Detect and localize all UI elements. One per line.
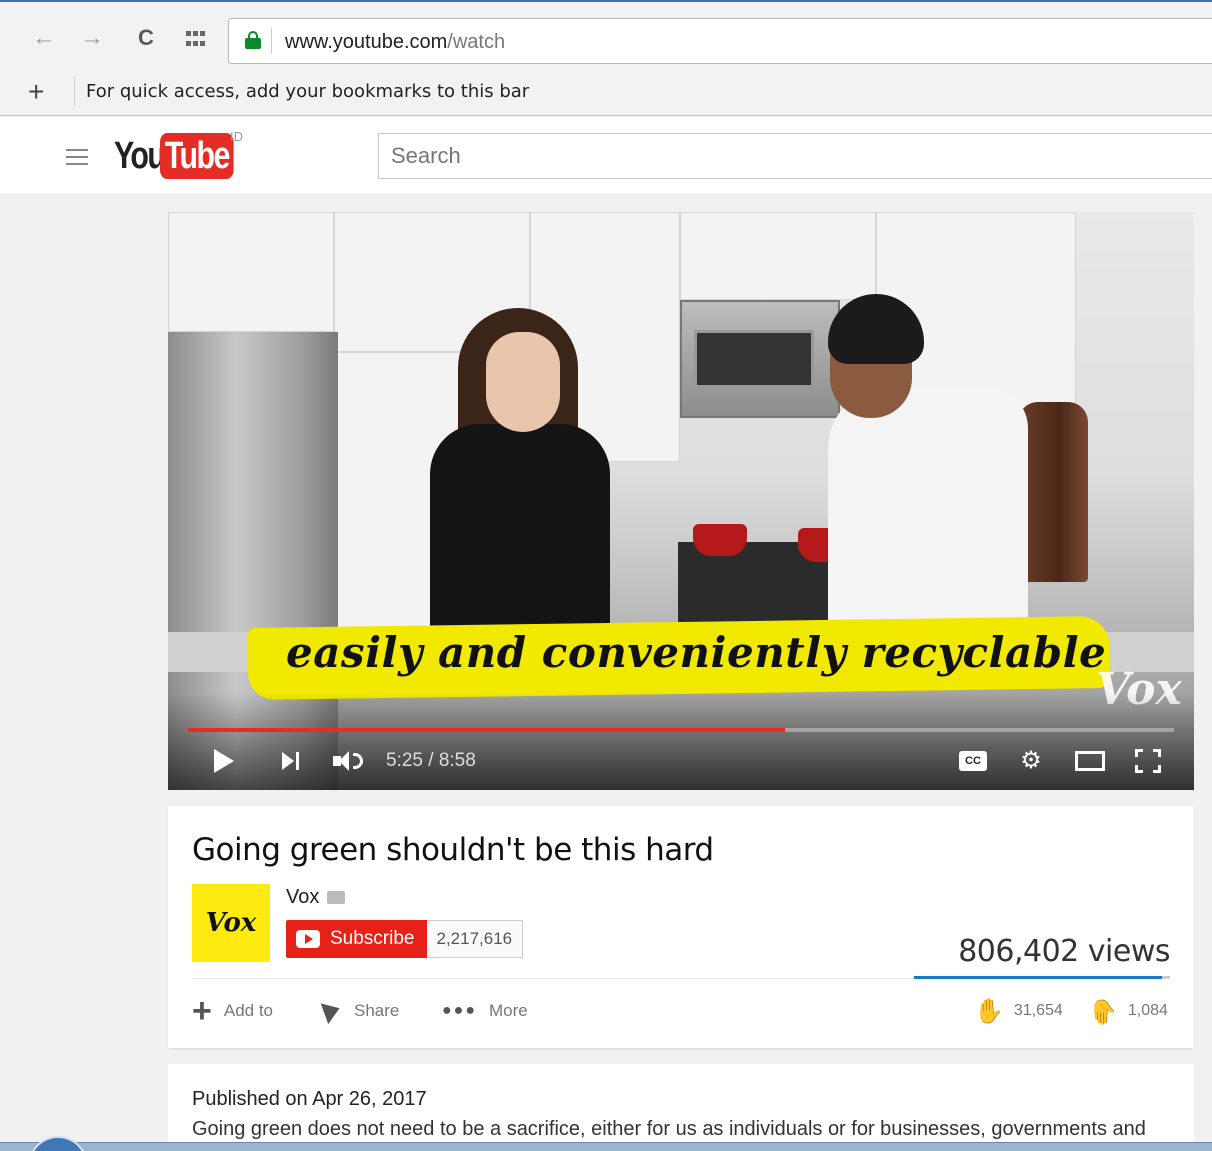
video-title: Going green shouldn't be this hard [192,832,714,868]
logo-tube: Tube [160,133,234,179]
like-ratio-fill [914,976,1162,979]
captions-button[interactable]: CC [956,744,990,778]
youtube-play-icon [296,930,320,948]
woman-figure [430,424,610,654]
search-input[interactable] [379,134,1212,178]
address-bar[interactable]: www.youtube.com/watch [228,18,1212,64]
cutting-boards [1018,402,1088,582]
dislike-count: 1,084 [1127,1002,1168,1019]
logo-region: ID [230,129,243,144]
url-domain: www.youtube.com [285,31,448,53]
like-ratio-bar [914,976,1170,979]
channel-avatar-text: Vox [205,908,257,938]
share-icon [320,997,344,1025]
url-path: /watch [447,31,506,53]
bookmarks-divider [74,76,75,106]
youtube-masthead: You Tube ID [0,117,1212,195]
apps-icon[interactable] [186,31,208,49]
logo-you: You [114,134,166,177]
share-label: Share [354,1001,400,1020]
view-count: 806,402 views [958,934,1170,969]
settings-button[interactable]: ⚙ [1014,744,1048,778]
subscribe-button[interactable]: Subscribe [286,920,427,958]
time-current: 5:25 [386,750,423,771]
search-box[interactable] [378,133,1212,179]
channel-link[interactable]: Vox [286,886,346,909]
channel-name: Vox [286,886,320,908]
microwave [680,300,840,418]
time-total: 8:58 [438,750,476,771]
bookmarks-hint: For quick access, add your bookmarks to … [86,81,530,102]
theater-mode-button[interactable] [1070,744,1110,778]
publish-date: Published on Apr 26, 2017 [192,1088,427,1110]
volume-icon [333,751,363,771]
verified-icon [327,891,346,904]
theater-icon [1075,751,1105,771]
back-icon[interactable]: ← [30,24,58,52]
forward-icon[interactable]: → [78,24,106,52]
gear-icon: ⚙ [1020,747,1042,774]
add-icon: + [192,992,212,1030]
channel-avatar[interactable]: Vox [192,884,270,962]
time-separator: / [422,750,439,771]
browser-toolbar: ← → C www.youtube.com/watch [0,0,1212,68]
thumbs-up-icon: ✋ [974,997,1004,1025]
reload-icon[interactable]: C [132,24,160,52]
os-taskbar [0,1142,1212,1151]
play-button[interactable] [208,744,240,778]
fullscreen-icon [1135,749,1161,773]
description-text: Going green does not need to be a sacrif… [192,1118,1146,1140]
youtube-logo[interactable]: You Tube ID [114,129,252,181]
url-text[interactable]: www.youtube.com/watch [285,31,505,54]
menu-icon[interactable] [66,149,88,165]
description-card: Published on Apr 26, 2017 Going green do… [168,1064,1194,1151]
subscribe-label: Subscribe [330,928,415,949]
next-button[interactable] [274,744,306,778]
next-icon [281,752,299,770]
more-button[interactable]: ●●● More [442,996,528,1026]
cc-icon: CC [959,751,987,771]
video-info: Going green shouldn't be this hard Vox V… [168,806,1194,1048]
like-button[interactable]: ✋ 31,654 [974,996,1063,1026]
time-display: 5:25 / 8:58 [386,750,476,772]
dislike-button[interactable]: ✋ 1,084 [1088,996,1168,1026]
subscribe-group: Subscribe 2,217,616 [286,920,524,958]
more-icon: ●●● [442,1002,477,1019]
video-caption: easily and conveniently recyclable [286,628,1107,677]
add-to-button[interactable]: + Add to [192,992,274,1030]
volume-button[interactable] [328,744,368,778]
address-bar-divider [271,28,272,54]
subscriber-count: 2,217,616 [426,920,524,958]
thumbs-down-icon: ✋ [1088,997,1118,1025]
more-label: More [489,1001,528,1020]
share-button[interactable]: Share [318,996,399,1026]
progress-bar[interactable] [188,728,1174,732]
progress-played [188,728,785,732]
add-to-label: Add to [223,1001,274,1020]
fullscreen-button[interactable] [1130,744,1166,778]
like-count: 31,654 [1013,1002,1063,1019]
play-icon [214,749,234,773]
lock-icon [245,31,261,49]
video-player[interactable]: easily and conveniently recyclable Vox 5… [168,212,1194,790]
add-bookmark-icon[interactable]: + [28,76,44,108]
bookmarks-bar: + For quick access, add your bookmarks t… [0,68,1212,116]
